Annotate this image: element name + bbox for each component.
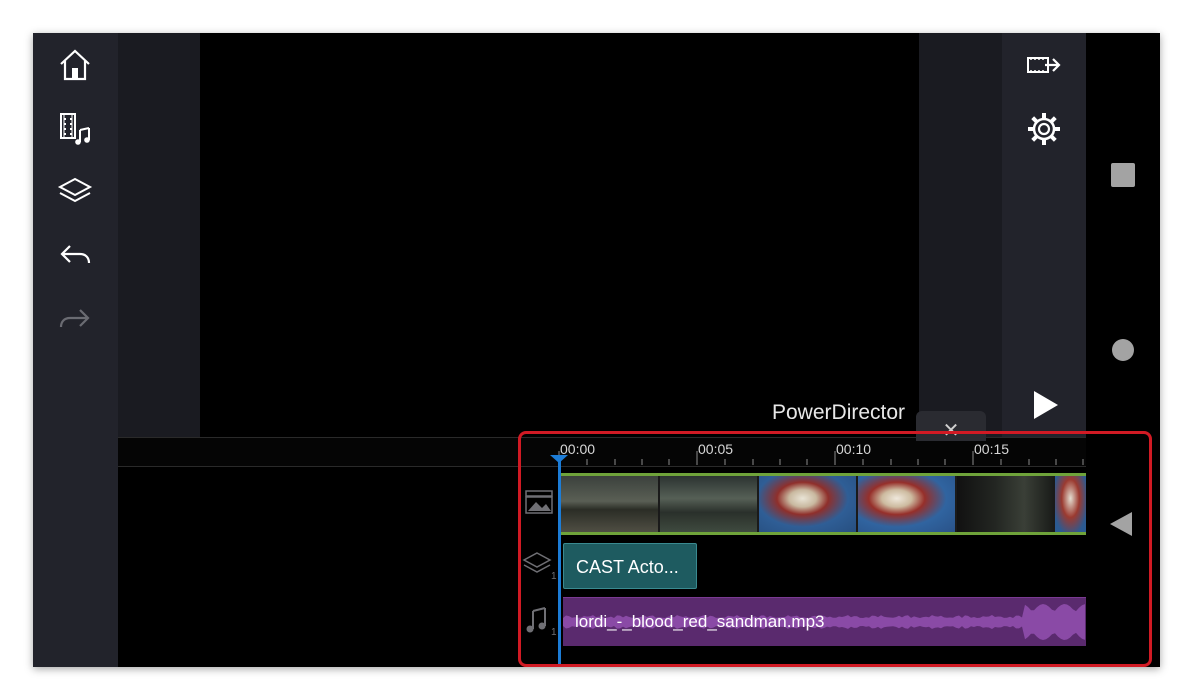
left-toolbar	[33, 33, 118, 667]
export-video-icon	[1027, 57, 1061, 73]
redo-button[interactable]	[51, 295, 99, 343]
timeline-highlight-frame	[518, 431, 1152, 667]
device-screen: 00:00 00:05 00:10 00:15 1 CAST Acto... 1…	[33, 33, 1160, 667]
app-name-label: PowerDirector	[772, 401, 906, 424]
right-toolbar	[1002, 33, 1086, 437]
home-icon	[60, 49, 90, 81]
play-button[interactable]	[1020, 381, 1068, 429]
play-icon	[1034, 391, 1058, 419]
circle-icon[interactable]	[1112, 339, 1134, 361]
square-icon[interactable]	[1111, 163, 1135, 187]
redo-icon	[59, 309, 90, 328]
layers-button[interactable]	[51, 168, 99, 216]
media-music-icon	[60, 113, 90, 145]
timeline-left-empty	[118, 465, 518, 667]
video-preview[interactable]	[200, 33, 919, 437]
home-button[interactable]	[51, 41, 99, 89]
preview-letterbox-right	[919, 33, 1002, 437]
undo-icon	[60, 245, 91, 264]
undo-button[interactable]	[51, 231, 99, 279]
layers-icon	[57, 177, 93, 203]
produce-button[interactable]	[1020, 41, 1068, 89]
preview-letterbox-left	[118, 33, 200, 437]
media-library-button[interactable]	[51, 105, 99, 153]
settings-button[interactable]	[1020, 105, 1068, 153]
gear-icon	[1028, 113, 1060, 145]
